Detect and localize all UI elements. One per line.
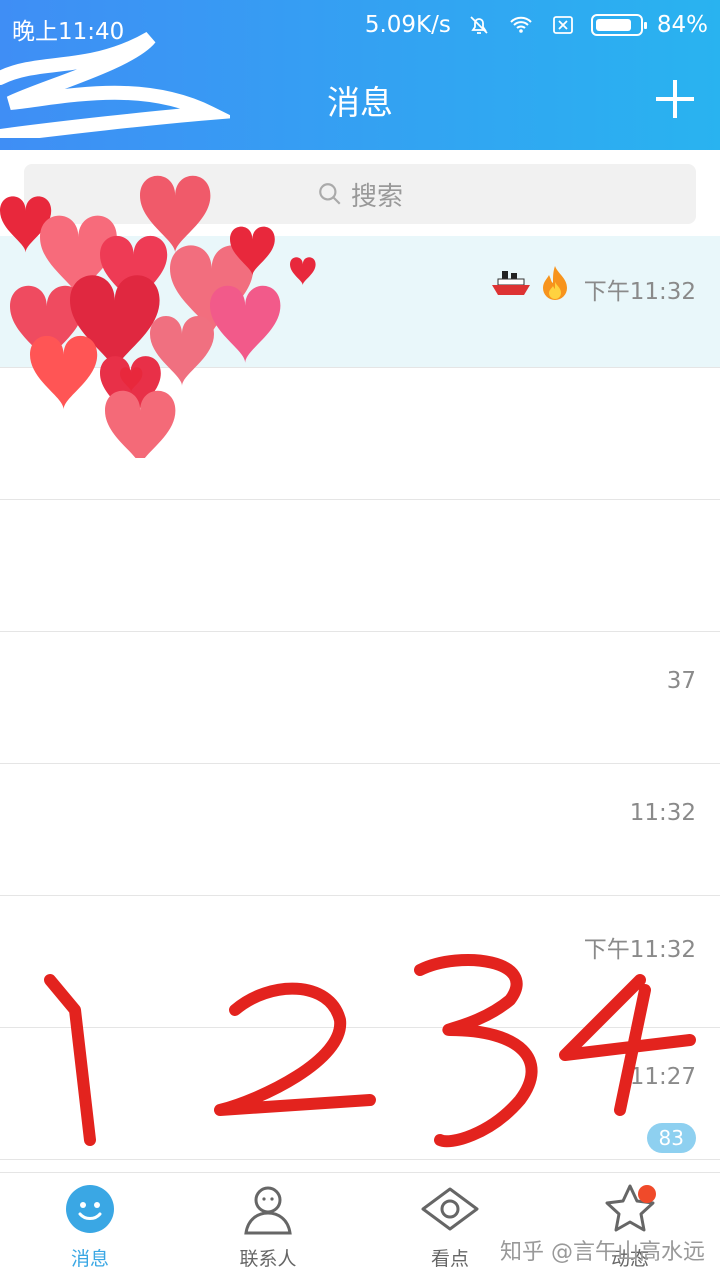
tab-contacts[interactable]: 联系人 xyxy=(208,1183,328,1271)
watermark: 知乎 @言午山高水远 xyxy=(500,1240,705,1265)
eye-icon xyxy=(421,1187,479,1231)
status-right: 5.09K/s 84% xyxy=(365,12,708,38)
tab-label: 看点 xyxy=(430,1248,469,1270)
conversation-item[interactable]: 11:32 xyxy=(0,764,720,896)
message-time: 37 xyxy=(666,668,696,694)
hearts-redaction-sticker xyxy=(0,175,316,458)
network-speed: 5.09K/s xyxy=(364,12,451,38)
emoji-group xyxy=(490,264,570,300)
handwritten-numbers-annotation xyxy=(44,954,696,1148)
bell-off-icon xyxy=(470,16,488,34)
tab-label: 联系人 xyxy=(239,1248,297,1270)
conversation-item[interactable]: 37 xyxy=(0,632,720,764)
battery-percent: 84% xyxy=(656,12,708,38)
notification-dot xyxy=(638,1185,656,1203)
plus-icon[interactable] xyxy=(654,78,696,120)
wifi-icon xyxy=(510,16,532,33)
search-icon xyxy=(319,183,341,205)
chat-smile-icon xyxy=(66,1185,114,1233)
tab-label: 消息 xyxy=(70,1248,109,1270)
conversation-item[interactable] xyxy=(0,500,720,632)
tab-discover[interactable]: 看点 xyxy=(390,1183,510,1271)
ship-emoji xyxy=(492,271,530,295)
sim-off-icon xyxy=(552,16,573,34)
message-time: 11:32 xyxy=(629,800,696,826)
tab-messages[interactable]: 消息 xyxy=(30,1183,150,1271)
fire-emoji xyxy=(543,266,567,300)
battery-icon xyxy=(590,14,647,36)
page-title: 消息 xyxy=(327,83,393,122)
contact-icon xyxy=(244,1186,292,1235)
message-time: 下午11:32 xyxy=(583,279,696,305)
header: 晚上11:40 5.09K/s 84% 消息 xyxy=(0,0,720,150)
search-placeholder: 搜索 xyxy=(350,181,403,212)
